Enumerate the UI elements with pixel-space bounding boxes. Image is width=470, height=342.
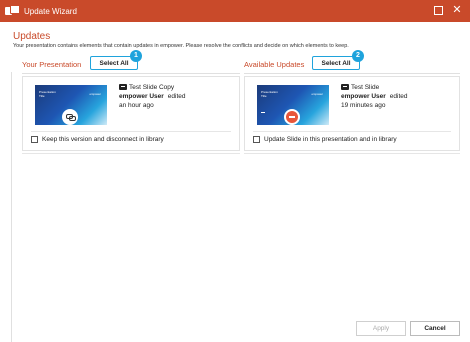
- slide-thumbnail-right[interactable]: Presentation Title empower: [257, 85, 329, 125]
- panel-bottom-line-right: [244, 153, 460, 154]
- user-name: empower User: [119, 93, 164, 100]
- thumbnail-title: Presentation Title: [261, 90, 278, 98]
- title-bar: Update Wizard ✕: [0, 0, 470, 22]
- thumbnail-title: Presentation Title: [39, 90, 56, 98]
- divider-right: [244, 73, 460, 74]
- action-text: edited: [389, 93, 408, 100]
- action-text: edited: [167, 93, 186, 100]
- page-title: Updates: [13, 31, 51, 42]
- keep-version-checkbox[interactable]: [31, 136, 38, 143]
- thumbnail-brand: empower: [311, 92, 323, 96]
- maximize-button[interactable]: [431, 3, 445, 17]
- link-icon: [62, 109, 78, 125]
- available-updates-label: Available Updates: [244, 60, 305, 69]
- thumbnail-brand: empower: [89, 92, 101, 96]
- app-icon: [5, 5, 20, 17]
- panel-bottom-line-left: [22, 153, 240, 154]
- user-name: empower User: [341, 93, 386, 100]
- keep-version-label: Keep this version and disconnect in libr…: [42, 136, 164, 143]
- panel-divider: [31, 131, 231, 132]
- thumbnail-dash: [261, 112, 265, 113]
- update-slide-checkbox[interactable]: [253, 136, 260, 143]
- content-border: [11, 72, 12, 342]
- slide-info-right: Test Slide empower User edited 19 minutes…: [341, 83, 408, 110]
- edit-time: an hour ago: [119, 102, 154, 109]
- update-slide-label: Update Slide in this presentation and in…: [264, 136, 397, 143]
- page-description: Your presentation contains elements that…: [13, 43, 349, 49]
- apply-button[interactable]: Apply: [356, 321, 406, 336]
- left-version-panel: Presentation Title empower Test Slide Cop…: [22, 76, 240, 151]
- maximize-icon: [433, 6, 443, 15]
- divider-left: [22, 73, 240, 74]
- window-title: Update Wizard: [24, 6, 77, 16]
- step-badge-1: 1: [130, 50, 142, 62]
- edit-time: 19 minutes ago: [341, 102, 386, 109]
- keep-version-option[interactable]: Keep this version and disconnect in libr…: [31, 136, 164, 143]
- unlink-icon: [284, 109, 300, 125]
- slide-name: Test Slide Copy: [129, 84, 175, 91]
- panel-divider: [253, 131, 451, 132]
- close-button[interactable]: ✕: [450, 3, 464, 17]
- step-badge-2: 2: [352, 50, 364, 62]
- update-slide-option[interactable]: Update Slide in this presentation and in…: [253, 136, 397, 143]
- slide-thumbnail-left[interactable]: Presentation Title empower: [35, 85, 107, 125]
- cancel-button[interactable]: Cancel: [410, 321, 460, 336]
- slide-icon: [341, 84, 349, 91]
- slide-icon: [119, 84, 127, 91]
- slide-info-left: Test Slide Copy empower User edited an ho…: [119, 83, 186, 110]
- your-presentation-label: Your Presentation: [22, 60, 82, 69]
- right-version-panel: Presentation Title empower Test Slide emp…: [244, 76, 460, 151]
- slide-name: Test Slide: [351, 84, 380, 91]
